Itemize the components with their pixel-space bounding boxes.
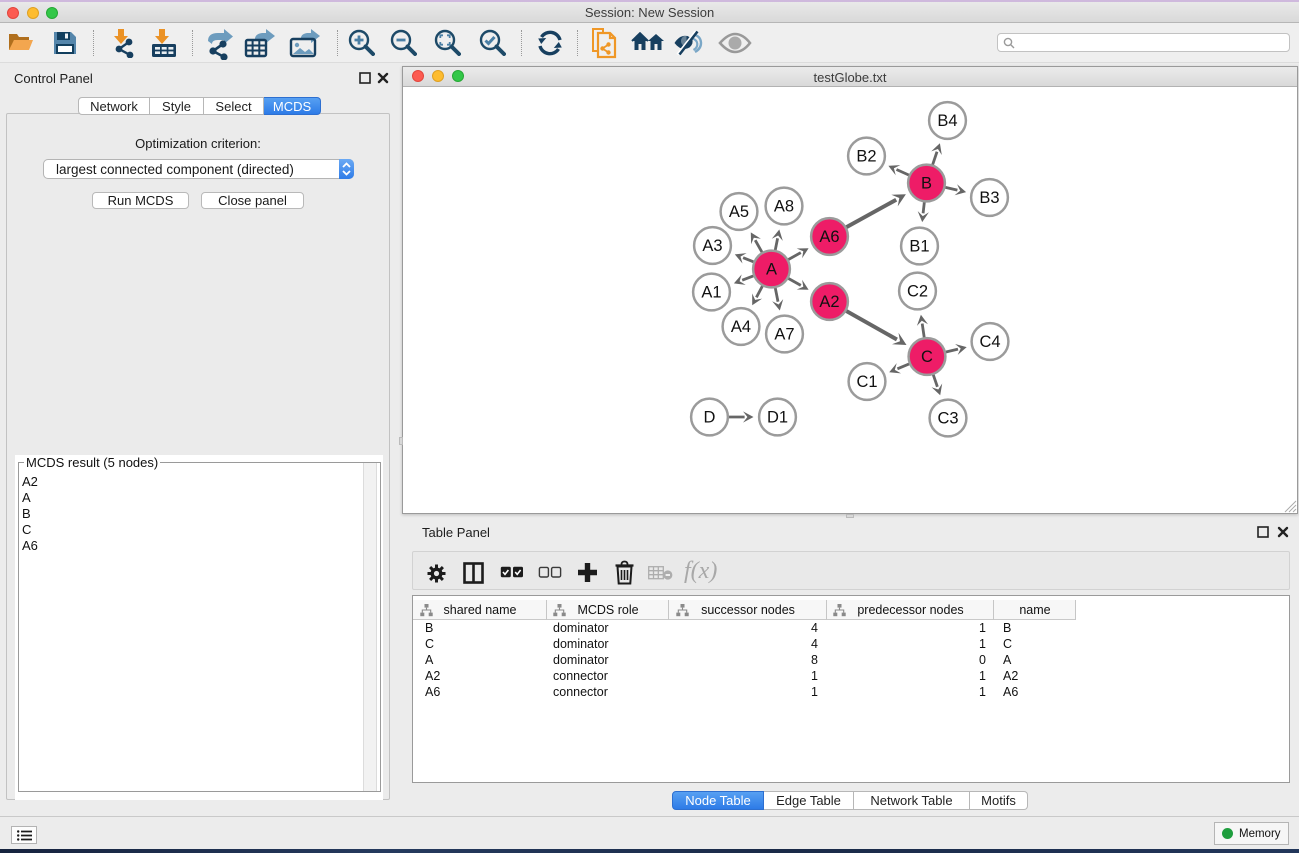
svg-text:D1: D1 [767,409,788,427]
svg-text:C1: C1 [856,373,877,391]
svg-text:B4: B4 [937,112,957,130]
svg-text:B: B [921,175,932,193]
svg-text:A3: A3 [702,237,722,255]
svg-text:B1: B1 [909,238,929,256]
svg-text:A8: A8 [774,198,794,216]
svg-text:C: C [921,348,933,366]
svg-text:C4: C4 [979,333,1000,351]
svg-text:A1: A1 [701,284,721,302]
svg-text:B2: B2 [856,148,876,166]
svg-text:A2: A2 [819,293,839,311]
svg-text:A7: A7 [774,326,794,344]
svg-text:D: D [704,409,716,427]
svg-text:C3: C3 [937,410,958,428]
svg-text:A5: A5 [729,203,749,221]
svg-text:A: A [766,261,777,279]
svg-text:B3: B3 [979,189,999,207]
svg-text:C2: C2 [907,283,928,301]
svg-text:A4: A4 [731,318,751,336]
svg-text:A6: A6 [819,228,839,246]
